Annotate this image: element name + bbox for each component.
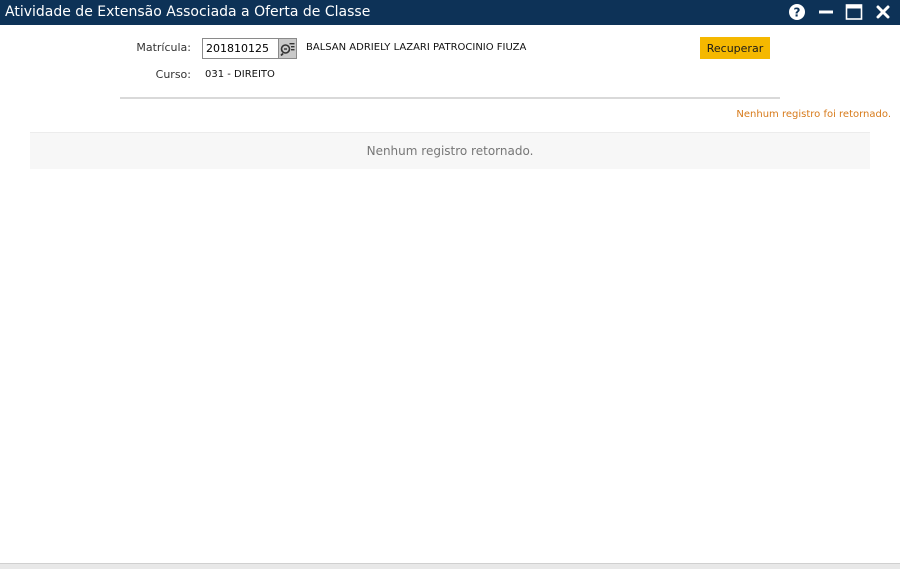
title-bar: Atividade de Extensão Associada a Oferta…: [0, 0, 900, 25]
maximize-icon: [845, 4, 863, 20]
help-button[interactable]: ?: [787, 3, 807, 21]
matricula-label: Matrícula:: [136, 41, 191, 54]
close-icon: [876, 5, 890, 19]
curso-label: Curso:: [155, 68, 191, 81]
form-divider: [120, 97, 780, 99]
curso-value: 031 - DIREITO: [205, 69, 275, 80]
student-name: BALSAN ADRIELY LAZARI PATROCINIO FIUZA: [306, 42, 527, 53]
results-panel: Nenhum registro retornado.: [30, 132, 870, 169]
recuperar-button[interactable]: Recuperar: [700, 37, 770, 59]
help-circle-icon: ?: [789, 4, 805, 20]
svg-text:?: ?: [794, 6, 801, 20]
empty-results-message: Nenhum registro retornado.: [366, 144, 534, 158]
close-button[interactable]: [873, 3, 893, 21]
matricula-input[interactable]: [202, 38, 278, 59]
window-title: Atividade de Extensão Associada a Oferta…: [5, 4, 371, 20]
matricula-lookup-button[interactable]: [278, 38, 297, 59]
bottom-status-bar: [0, 563, 900, 569]
status-message: Nenhum registro foi retornado.: [736, 109, 891, 120]
minimize-button[interactable]: [816, 3, 836, 21]
minimize-icon: [819, 10, 833, 14]
maximize-button[interactable]: [844, 3, 864, 21]
search-list-icon: [280, 43, 295, 56]
